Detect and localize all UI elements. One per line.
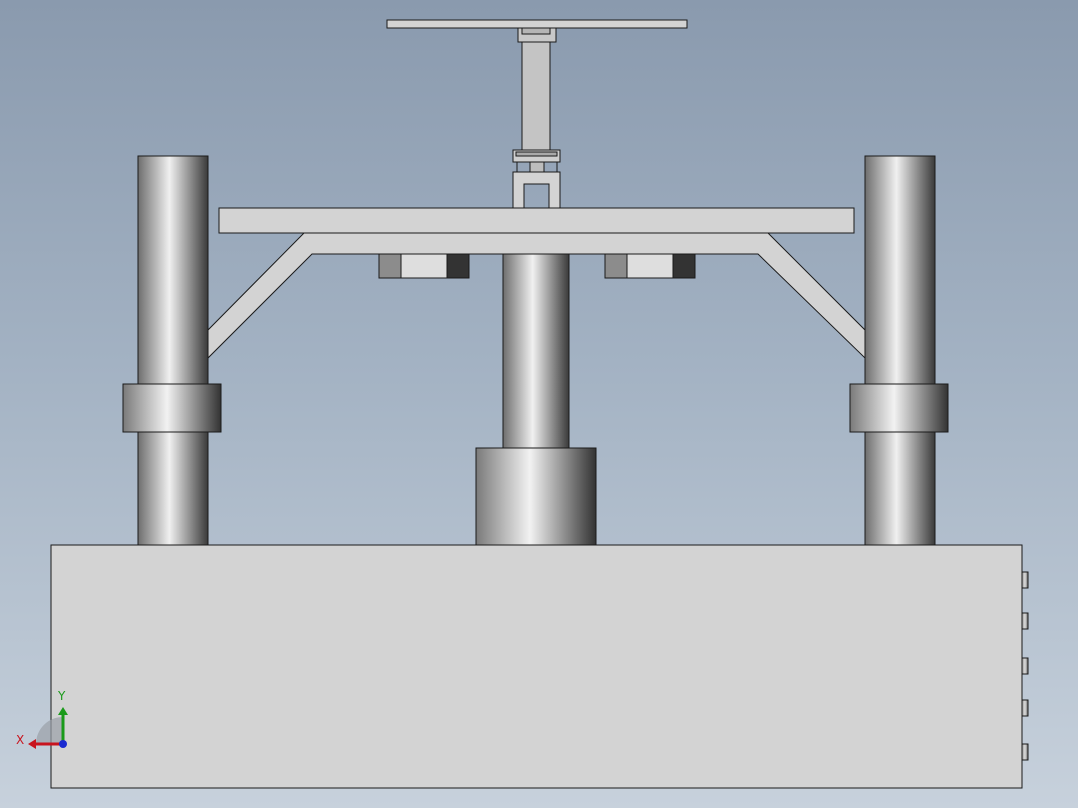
top-plate [386,19,688,29]
left-bearing-block[interactable] [378,253,470,279]
side-knob-3 [1021,657,1029,675]
axis-triad [28,707,68,749]
side-knob-2 [1021,612,1029,630]
cad-graphics-viewport[interactable]: X Y [0,0,1078,808]
triad-x-label: X [16,733,25,747]
machine-base[interactable] [50,544,1023,789]
left-guide-column[interactable] [122,155,222,547]
hydraulic-cylinder [475,447,597,547]
right-bearing-block[interactable] [604,253,696,279]
piston-rod [502,251,570,451]
z-axis-dot [59,740,67,748]
side-knob-1 [1021,571,1029,589]
top-linkage-arm[interactable] [386,19,688,209]
side-knob-4 [1021,699,1029,717]
triad-y-label: Y [58,689,66,703]
clevis-bracket [512,171,561,209]
right-column-collar [849,383,949,433]
side-knobs [1021,571,1029,761]
link-rod [521,41,551,151]
machine-model-front-view[interactable] [0,0,1078,808]
side-knob-5 [1021,743,1029,761]
top-crossbeam-plate [218,207,855,234]
center-piston[interactable] [475,251,597,547]
left-column-collar [122,383,222,433]
